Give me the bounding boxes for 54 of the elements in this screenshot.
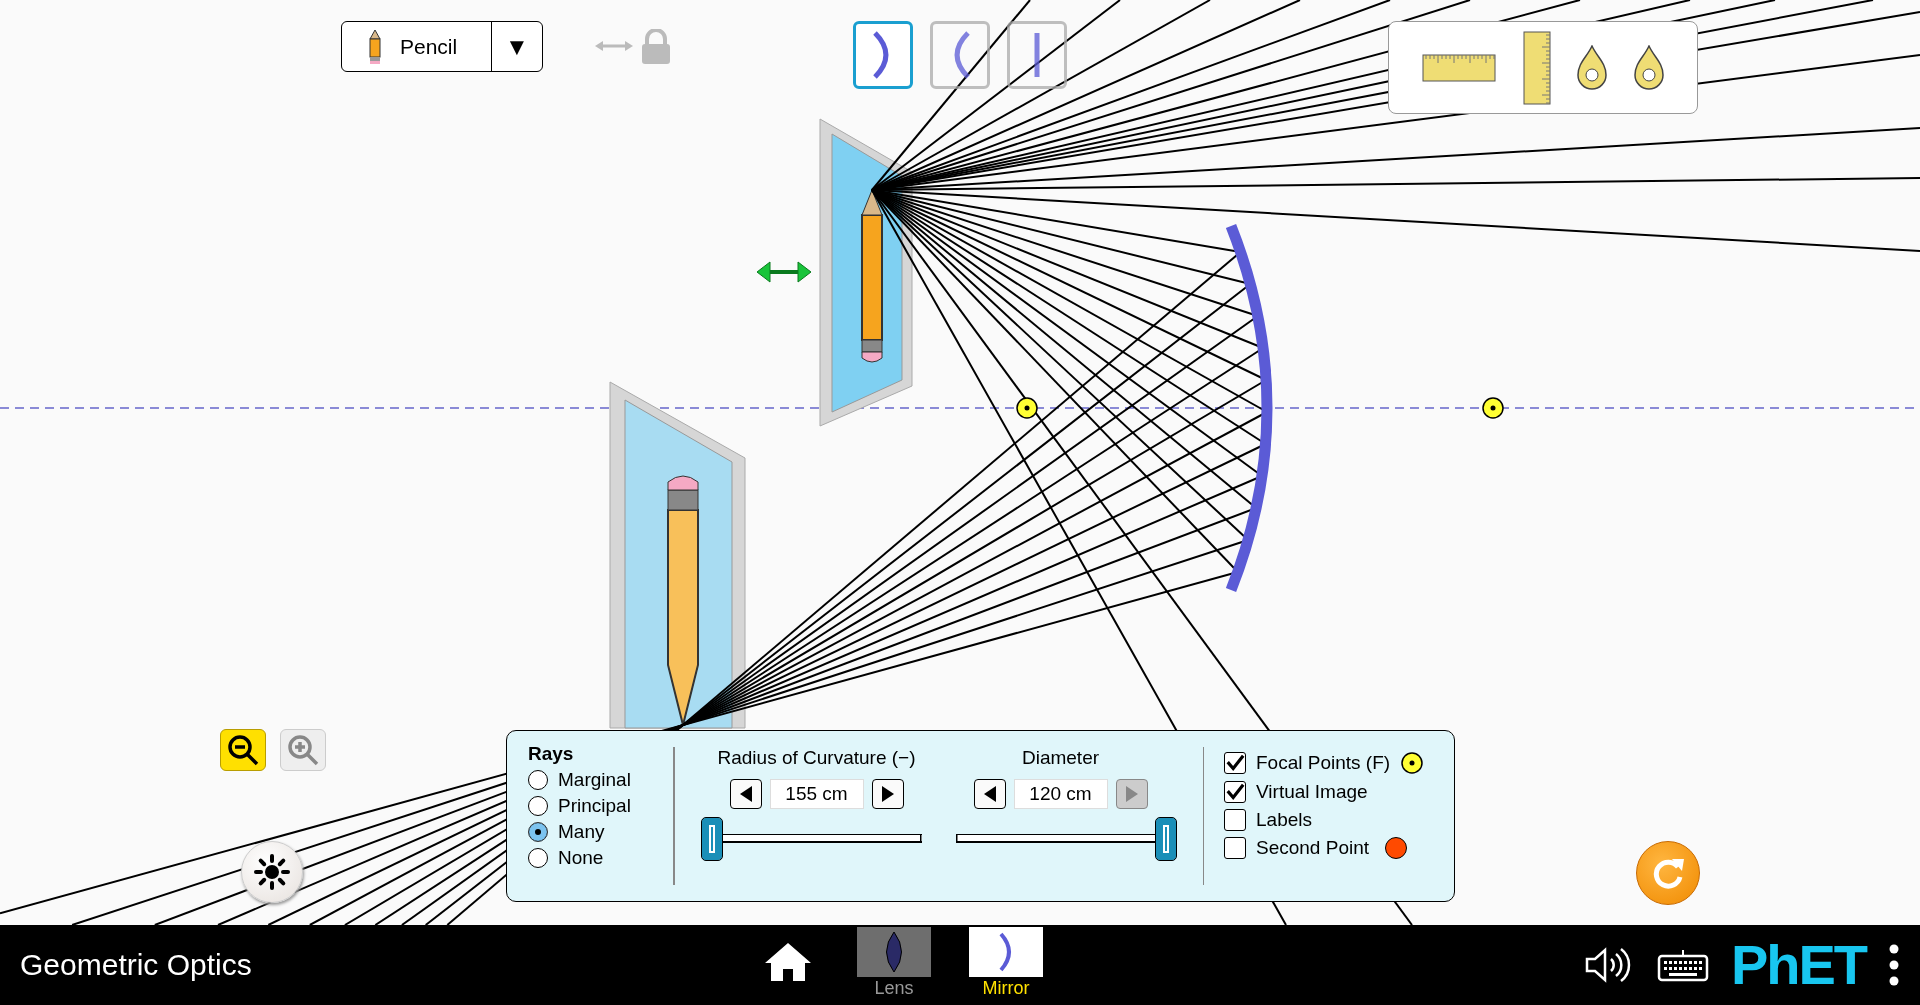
app-title: Geometric Optics: [20, 948, 252, 982]
rays-heading: Rays: [528, 743, 575, 765]
slider-thumb[interactable]: [700, 817, 723, 861]
value-display: 120 cm: [1013, 779, 1108, 809]
home-icon: [763, 941, 813, 983]
radio-button[interactable]: [528, 848, 548, 868]
ray-option[interactable]: Principal: [528, 795, 673, 817]
value-display: 155 cm: [769, 779, 864, 809]
ray-option[interactable]: None: [528, 847, 673, 869]
ray-option[interactable]: Many: [528, 821, 673, 843]
sun-icon: [252, 852, 292, 892]
focal-point-icon[interactable]: [1016, 397, 1038, 419]
probe-pin-icon[interactable]: [1577, 44, 1608, 91]
radio-button[interactable]: [528, 796, 548, 816]
mirror-type-button[interactable]: [930, 21, 990, 89]
radio-button[interactable]: [528, 770, 548, 790]
checkbox-label[interactable]: Virtual Image: [1256, 781, 1368, 803]
zoom-out-button[interactable]: [220, 729, 266, 771]
dropdown-value: Pencil: [400, 34, 459, 59]
focal-point-icon[interactable]: [1482, 397, 1504, 419]
object-dropdown[interactable]: Pencil ▼: [341, 21, 543, 72]
focal-point-icon: [1400, 751, 1425, 775]
right-triangle-icon: [1123, 785, 1140, 803]
slider-thumb[interactable]: [1154, 817, 1177, 861]
checkmark-icon: [1225, 753, 1245, 773]
zoom-in-icon: [286, 733, 320, 767]
checkbox[interactable]: [1224, 781, 1246, 803]
probe-pin-icon[interactable]: [1633, 44, 1664, 91]
increase-button[interactable]: [871, 779, 904, 809]
decrease-button[interactable]: [729, 779, 762, 809]
zoom-out-icon: [226, 733, 260, 767]
checkmark-icon: [1225, 782, 1245, 802]
ray-option[interactable]: Marginal: [528, 769, 673, 791]
light-source-button[interactable]: [241, 841, 303, 903]
horizontal-ruler-icon[interactable]: [1422, 53, 1497, 82]
checkbox-label[interactable]: Labels: [1256, 809, 1312, 831]
slider-label: Diameter: [1021, 747, 1100, 769]
keyboard-icon[interactable]: [1656, 948, 1709, 982]
radio-button[interactable]: [528, 822, 548, 842]
double-arrow-icon[interactable]: [756, 261, 812, 283]
vertical-ruler-icon[interactable]: [1522, 30, 1551, 105]
decrease-button[interactable]: [973, 779, 1006, 809]
slider-label: Radius of Curvature (−): [717, 747, 916, 769]
checkbox-label[interactable]: Focal Points (F): [1256, 752, 1391, 774]
right-triangle-icon: [879, 785, 896, 803]
checkbox[interactable]: [1224, 752, 1246, 774]
checkbox[interactable]: [1224, 809, 1246, 831]
logo[interactable]: PhET: [1730, 937, 1866, 993]
mirror-type-button[interactable]: [1007, 21, 1067, 89]
checkbox-label[interactable]: Second Point: [1256, 837, 1370, 859]
curved-mirror[interactable]: [1225, 224, 1273, 592]
pencil-icon: [366, 28, 384, 65]
checkbox[interactable]: [1224, 837, 1246, 859]
more-options-icon[interactable]: [1888, 943, 1900, 987]
